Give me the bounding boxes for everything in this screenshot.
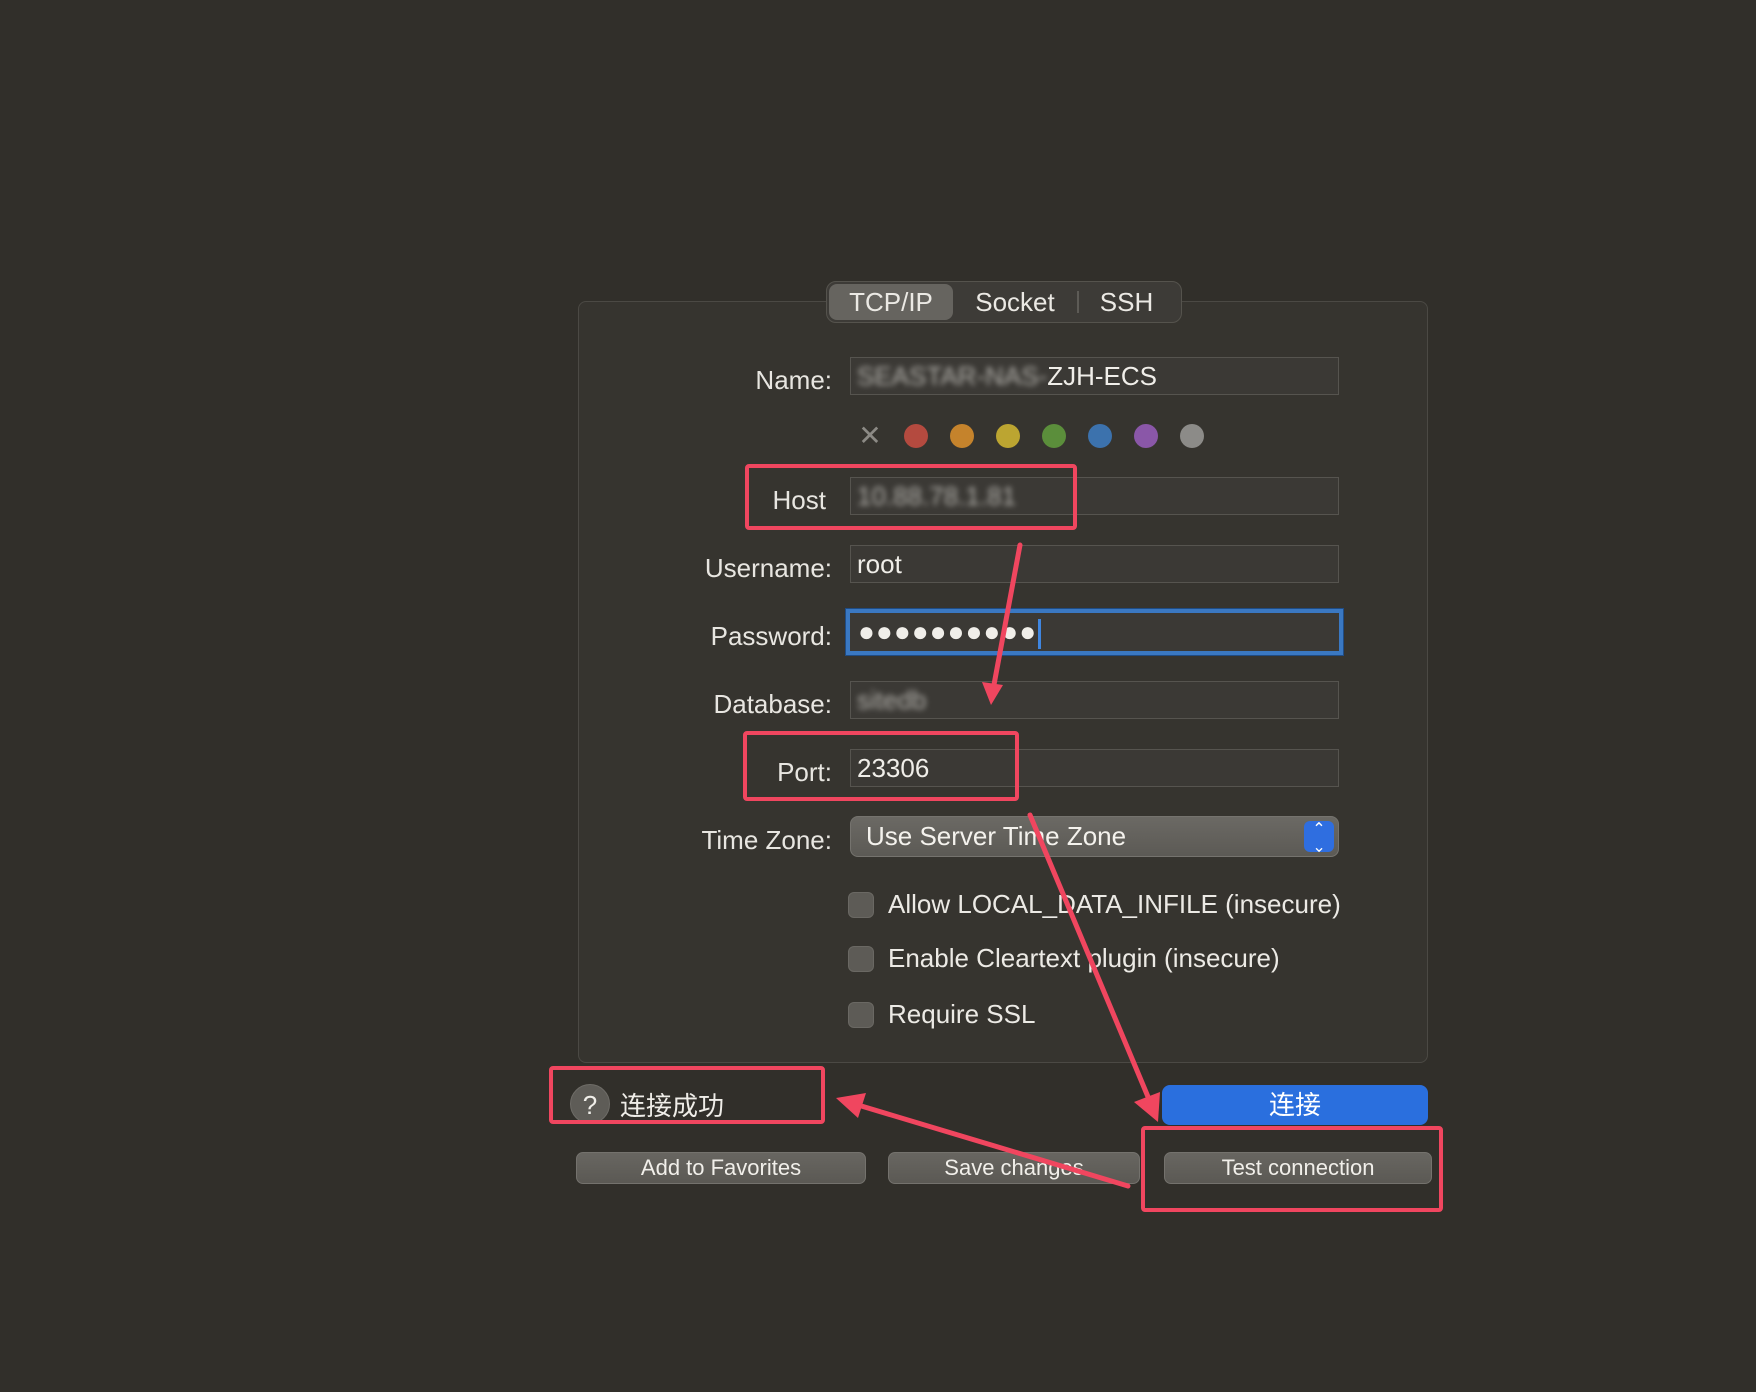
arrow-timezone-to-test	[1027, 812, 1154, 1107]
arrow-host-to-port	[990, 542, 1023, 693]
arrow-test-to-status	[855, 1102, 1131, 1189]
arrowhead-port	[982, 682, 1003, 705]
arrowhead-status	[836, 1093, 866, 1118]
annotation-arrows	[836, 542, 1160, 1189]
